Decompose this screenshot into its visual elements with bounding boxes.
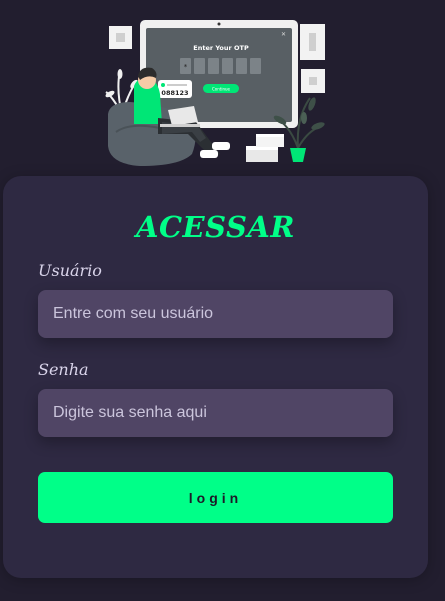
login-card: ACESSAR Usuário Senha login bbox=[3, 176, 428, 578]
password-label: Senha bbox=[38, 360, 89, 379]
username-label: Usuário bbox=[38, 261, 102, 280]
plant-pot bbox=[290, 148, 306, 162]
otp-title: Enter Your OTP bbox=[193, 44, 249, 52]
otp-illustration: ✕ Enter Your OTP * Continue 088123 bbox=[105, 20, 325, 166]
username-input[interactable] bbox=[38, 290, 393, 338]
login-title: ACESSAR bbox=[135, 210, 296, 244]
svg-text:*: * bbox=[184, 63, 188, 71]
svg-text:✕: ✕ bbox=[281, 31, 286, 38]
otp-code: 088123 bbox=[161, 89, 188, 97]
login-button[interactable]: login bbox=[38, 472, 393, 523]
otp-confirm-label: Continue bbox=[212, 87, 231, 92]
password-input[interactable] bbox=[38, 389, 393, 437]
